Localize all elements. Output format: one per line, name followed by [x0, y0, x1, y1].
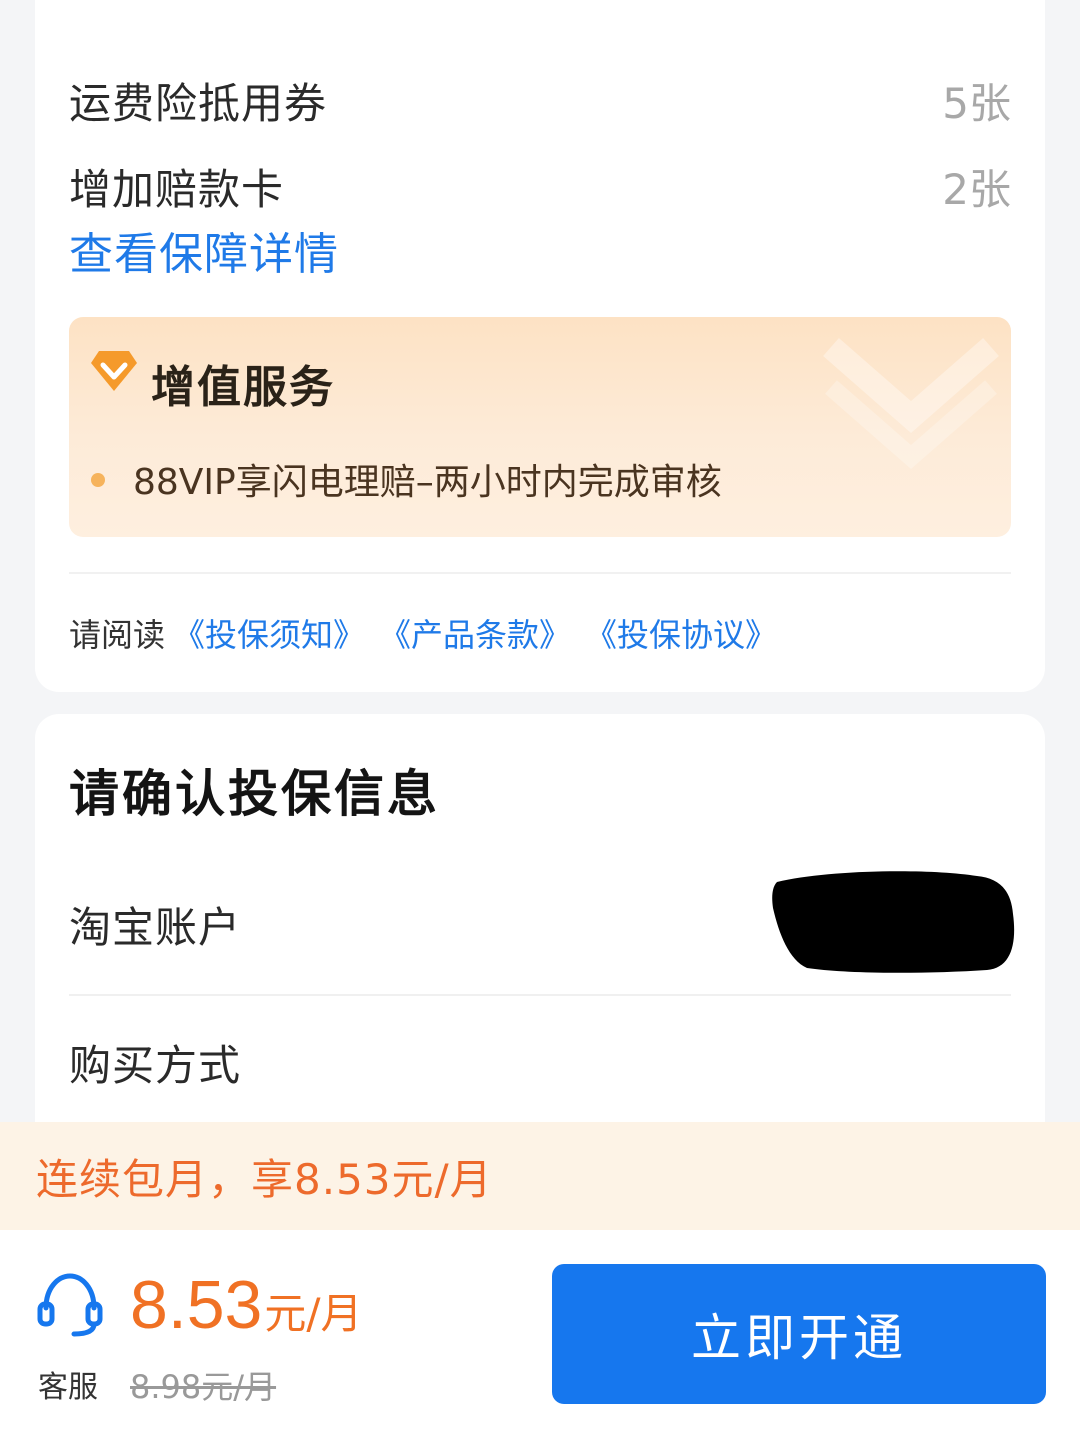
current-price: 8.53 元/月 [130, 1266, 363, 1344]
redacted-account-value [772, 871, 1015, 973]
coverage-row-shipping-voucher: 运费险抵用券 5张 [69, 70, 1011, 131]
agreement-reading-line: 请阅读 《投保须知》 《产品条款》 《投保协议》 [69, 610, 783, 656]
coverage-label: 增加赔款卡 [69, 165, 285, 214]
coverage-card: 运费险抵用券 5张 增加赔款卡 2张 查看保障详情 增值服务 88VIP享闪电理… [35, 0, 1045, 692]
confirm-info-card: 请确认投保信息 淘宝账户 购买方式 [35, 714, 1045, 1174]
read-prefix: 请阅读 [69, 616, 166, 654]
diamond-icon [91, 351, 137, 391]
price-unit: 元/月 [264, 1289, 363, 1338]
coverage-value: 5张 [942, 79, 1011, 128]
divider [69, 994, 1011, 996]
insurance-notice-link[interactable]: 《投保须知》 [173, 610, 365, 656]
coverage-label: 运费险抵用券 [69, 79, 328, 128]
bottom-action-bar: 客服 8.53 元/月 8.98元/月 立即开通 [0, 1230, 1080, 1439]
decorative-chevron-watermark [823, 337, 999, 469]
bullet-dot [91, 473, 105, 487]
insurance-agreement-link[interactable]: 《投保协议》 [585, 610, 777, 656]
promo-text: 连续包月，享8.53元/月 [36, 1154, 493, 1204]
coverage-value: 2张 [942, 165, 1011, 214]
value-added-service-item: 88VIP享闪电理赔–两小时内完成审核 [133, 462, 722, 503]
monthly-promo-banner: 连续包月，享8.53元/月 [0, 1122, 1080, 1230]
value-added-services-title: 增值服务 [151, 362, 335, 413]
original-price: 8.98元/月 [130, 1368, 277, 1406]
value-added-services-box: 增值服务 88VIP享闪电理赔–两小时内完成审核 [69, 317, 1011, 537]
divider [69, 572, 1011, 574]
price-number: 8.53 [130, 1267, 263, 1343]
customer-service-headset-icon[interactable] [36, 1270, 104, 1338]
confirm-info-title: 请确认投保信息 [69, 765, 440, 823]
view-coverage-details-link[interactable]: 查看保障详情 [69, 218, 339, 282]
taobao-account-label: 淘宝账户 [69, 902, 242, 952]
coverage-row-compensation-card: 增加赔款卡 2张 [69, 156, 1011, 217]
purchase-method-label: 购买方式 [69, 1040, 242, 1090]
purchase-method-row[interactable]: 购买方式 [69, 1032, 1011, 1092]
customer-service-label[interactable]: 客服 [38, 1362, 98, 1406]
activate-now-button[interactable]: 立即开通 [552, 1264, 1046, 1404]
product-terms-link[interactable]: 《产品条款》 [379, 610, 571, 656]
